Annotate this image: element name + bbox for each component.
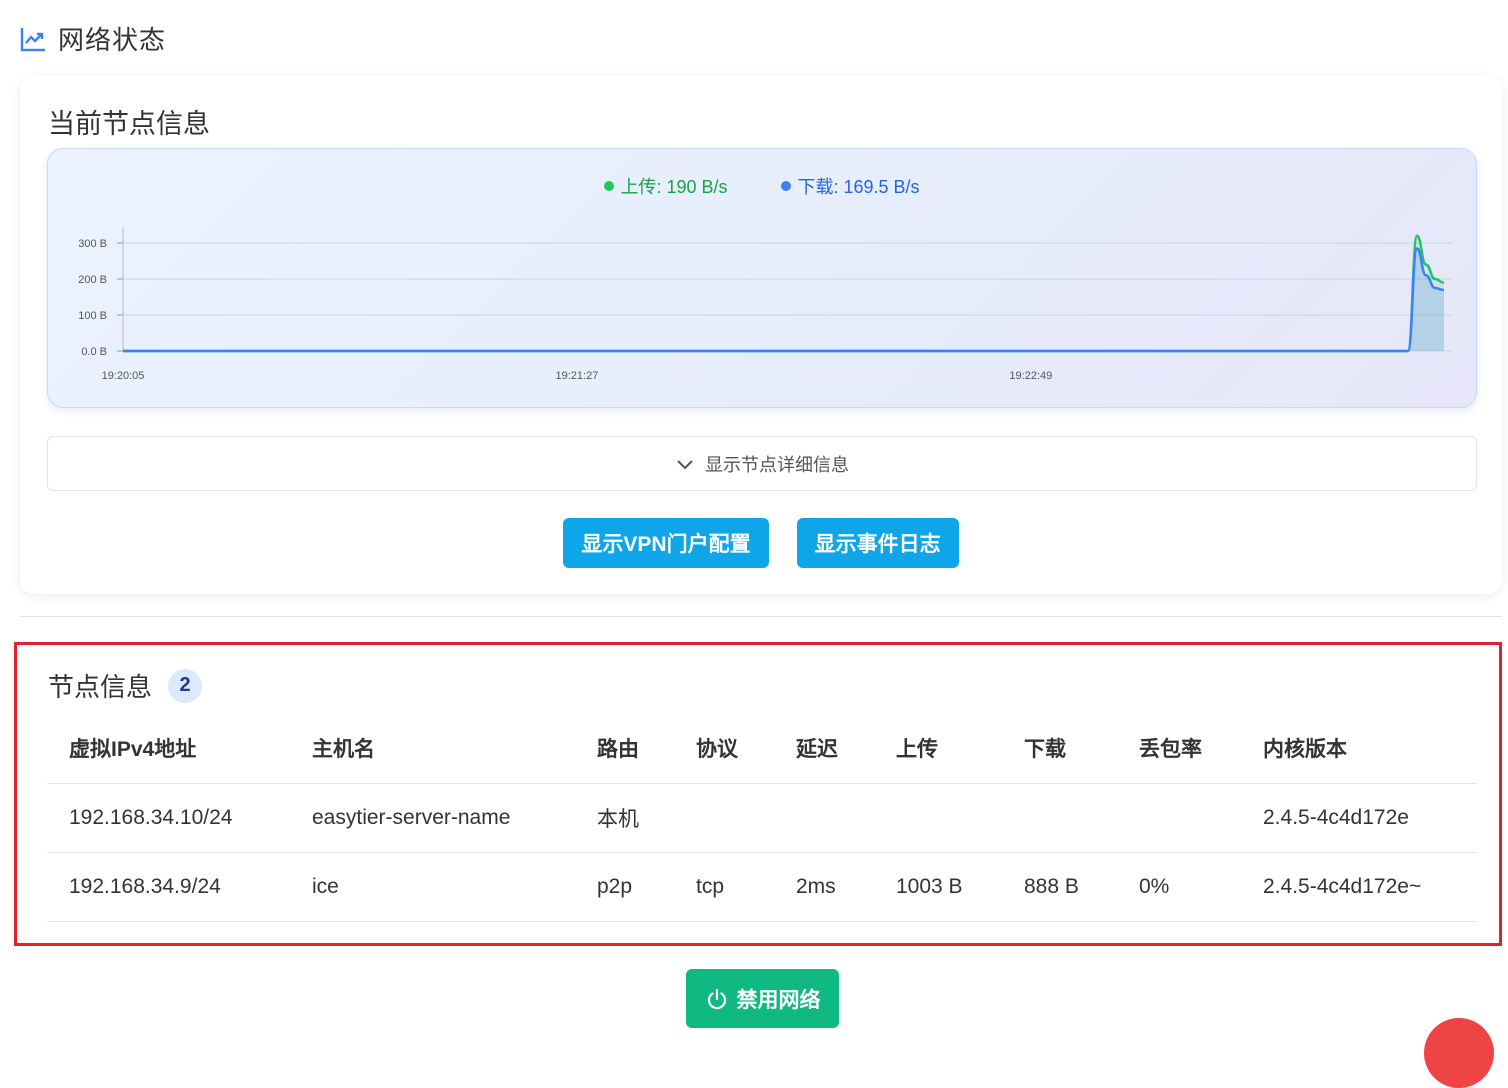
table-cell: 本机: [575, 783, 674, 853]
table-cell: 1003 B: [874, 852, 1002, 922]
column-header: 丢包率: [1117, 713, 1241, 784]
action-buttons: 显示VPN门户配置 显示事件日志: [20, 518, 1502, 568]
peer-count-badge: 2: [168, 668, 203, 703]
table-cell: 192.168.34.10/24: [47, 783, 290, 853]
y-tick-label: 0.0 B: [81, 346, 107, 358]
trend-chart-icon: [20, 27, 45, 51]
column-header: 协议: [674, 713, 774, 784]
table-cell: 0%: [1117, 852, 1241, 922]
table-cell: [774, 783, 874, 853]
peer-table: 虚拟IPv4地址 主机名 路由 协议 延迟 上传 下载 丢包率 内核版本 192.168.34.…: [47, 713, 1477, 922]
section-divider: [20, 616, 1502, 617]
column-header: 虚拟IPv4地址: [47, 713, 290, 784]
series-area-upload: [123, 235, 1444, 351]
table-cell: 2ms: [774, 852, 874, 922]
chart-plot: 0.0 B 100 B 200 B 300 B 19:20:05 19:21:27 19:2…: [78, 227, 1453, 382]
show-vpn-portal-button[interactable]: 显示VPN门户配置: [563, 518, 769, 568]
floating-action-button[interactable]: [1424, 1018, 1494, 1088]
column-header: 延迟: [774, 713, 874, 784]
table-cell: easytier-server-name: [290, 783, 575, 853]
table-cell: tcp: [674, 852, 774, 922]
chevron-down-icon: [677, 459, 693, 469]
show-event-log-button[interactable]: 显示事件日志: [796, 518, 959, 568]
y-tick-label: 200 B: [78, 274, 107, 286]
disable-network-label: 禁用网络: [736, 988, 821, 1012]
show-node-details-toggle[interactable]: 显示节点详细信息: [47, 436, 1477, 491]
table-cell: [1117, 783, 1241, 853]
table-cell: [1002, 783, 1117, 853]
page-title: 网络状态: [58, 25, 167, 55]
table-cell: [874, 783, 1002, 853]
table-cell: p2p: [575, 852, 674, 922]
column-header: 路由: [575, 713, 674, 784]
y-tick-label: 100 B: [78, 310, 107, 322]
card-title: 当前节点信息: [48, 109, 210, 139]
peer-section-title: 节点信息: [48, 672, 153, 702]
column-header: 上传: [874, 713, 1002, 784]
series-area-download: [123, 248, 1444, 351]
peer-info-section: 节点信息 2 虚拟IPv4地址 主机名 路由 协议 延迟 上传 下载 丢包率 内核版本 192.…: [14, 642, 1502, 946]
series-line-download: [122, 247, 1445, 353]
disable-network-button[interactable]: 禁用网络: [686, 969, 839, 1028]
table-header-row: 虚拟IPv4地址 主机名 路由 协议 延迟 上传 下载 丢包率 内核版本: [47, 713, 1477, 784]
x-tick-label: 19:21:27: [556, 370, 599, 382]
peer-header: 节点信息 2: [48, 667, 203, 704]
page-header: 网络状态: [18, 20, 166, 57]
table-body: 192.168.34.10/24 easytier-server-name 本机 2.…: [47, 783, 1477, 922]
y-tick-label: 300 B: [78, 238, 107, 250]
table-cell: 888 B: [1002, 852, 1117, 922]
table-cell: [674, 783, 774, 853]
traffic-chart: 上传: 190 B/s 下载: 169.5 B/s 0.0 B 100 B 200 …: [47, 148, 1477, 408]
table-cell: 2.4.5-4c4d172e~: [1241, 852, 1477, 922]
column-header: 下载: [1002, 713, 1117, 784]
power-icon: [707, 988, 726, 1009]
series-line-upload: [122, 234, 1445, 353]
current-node-card: 当前节点信息 上传: 190 B/s 下载: 169.5 B/s 0.0 B 10…: [20, 76, 1502, 594]
table-cell: ice: [290, 852, 575, 922]
table-row[interactable]: 192.168.34.10/24 easytier-server-name 本机 2.…: [47, 783, 1477, 853]
table-row[interactable]: 192.168.34.9/24 ice p2p tcp 2ms 1003 B 888 B 0%…: [47, 852, 1477, 922]
x-tick-label: 19:20:05: [102, 370, 145, 382]
details-toggle-label: 显示节点详细信息: [705, 454, 849, 475]
table-cell: 2.4.5-4c4d172e: [1241, 783, 1477, 853]
column-header: 主机名: [290, 713, 575, 784]
column-header: 内核版本: [1241, 713, 1477, 784]
table-cell: 192.168.34.9/24: [47, 852, 290, 922]
x-tick-label: 19:22:49: [1009, 370, 1052, 382]
